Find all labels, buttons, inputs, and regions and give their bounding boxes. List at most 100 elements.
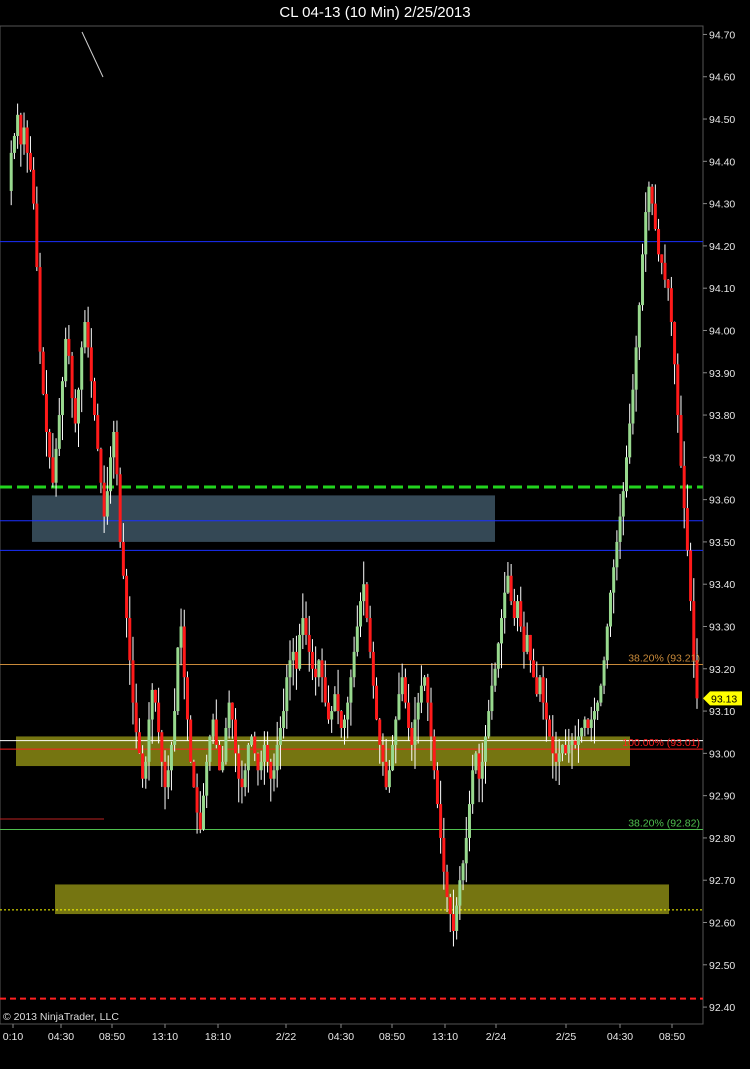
candle-body — [352, 651, 356, 678]
candle-body — [51, 457, 55, 483]
candle-body — [567, 744, 571, 754]
candle-body — [410, 727, 414, 745]
candle-body — [371, 651, 375, 686]
candle-body — [355, 626, 359, 652]
candle-body — [304, 618, 308, 635]
x-tick-label: 04:30 — [607, 1031, 633, 1043]
candle-body — [336, 694, 340, 712]
candle-body — [54, 448, 58, 483]
candle-body — [644, 212, 648, 255]
candle-body — [516, 601, 520, 619]
candle-body — [307, 634, 311, 652]
x-tick-label: 04:30 — [48, 1031, 74, 1043]
candle-body — [67, 338, 71, 356]
y-tick-label: 94.30 — [709, 199, 735, 211]
candle-body — [378, 719, 382, 745]
y-tick-label: 94.70 — [709, 29, 735, 41]
candle-body — [48, 431, 52, 458]
candle-body — [589, 719, 593, 728]
fib-label: 100.00% (93.01) — [622, 737, 700, 749]
candlestick-chart[interactable]: 38.20% (93.21) 100.00% (93.01) 38.20% (92.… — [0, 0, 750, 1069]
candle-body — [467, 804, 471, 838]
x-tick-label: 2/25 — [556, 1031, 577, 1043]
candle-body — [689, 550, 693, 602]
candle-body — [685, 508, 689, 551]
candle-body — [131, 660, 135, 703]
candle-body — [480, 761, 484, 779]
candle-body — [298, 634, 302, 669]
candle-body — [282, 711, 286, 728]
candle-body — [301, 618, 305, 635]
candle-body — [208, 736, 212, 762]
candle-body — [394, 719, 398, 745]
candle-body — [624, 457, 628, 492]
candle-body — [663, 262, 667, 280]
candle-body — [551, 736, 555, 754]
candle-body — [128, 618, 132, 661]
candle-body — [93, 381, 97, 416]
candle-body — [490, 685, 494, 712]
candle-body — [641, 254, 645, 306]
candle-body — [535, 677, 539, 695]
candle-body — [157, 702, 161, 733]
candle-body — [509, 575, 513, 602]
candle-body — [310, 651, 314, 669]
candle-body — [375, 685, 379, 720]
candle-body — [240, 778, 244, 788]
y-axis: 94.70 94.60 94.50 94.40 94.30 94.20 94.10 94.00… — [703, 29, 735, 1014]
candle-body — [201, 795, 205, 830]
candle-body — [413, 719, 417, 745]
candle-body — [275, 744, 279, 771]
x-tick-label: 13:10 — [432, 1031, 458, 1043]
candle-body — [391, 744, 395, 771]
candle-body — [576, 736, 580, 745]
candle-body — [112, 431, 116, 458]
candle-body — [605, 626, 609, 661]
candle-body — [442, 837, 446, 872]
zone-box-1 — [32, 495, 495, 542]
y-tick-label: 93.30 — [709, 621, 735, 633]
candle-body — [557, 753, 561, 762]
candle-body — [512, 601, 516, 619]
candle-body — [362, 584, 366, 602]
candle-body — [637, 305, 641, 348]
candle-body — [461, 863, 465, 881]
y-tick-label: 94.60 — [709, 72, 735, 84]
copyright-text: © 2013 NinjaTrader, LLC — [3, 1011, 119, 1023]
x-tick-label: 0:10 — [3, 1031, 24, 1043]
candle-body — [477, 753, 481, 779]
candle-body — [666, 279, 670, 289]
candle-body — [365, 584, 369, 619]
candle-body — [528, 634, 532, 661]
candle-body — [83, 322, 87, 348]
candle-body — [673, 322, 677, 365]
candle-body — [657, 228, 661, 255]
candle-body — [285, 677, 289, 712]
candle-body — [615, 541, 619, 568]
candle-body — [96, 415, 100, 449]
y-tick-label: 94.40 — [709, 156, 735, 168]
candle-body — [525, 634, 529, 652]
candle-body — [256, 753, 260, 771]
candle-body — [647, 186, 651, 213]
x-tick-label: 2/24 — [486, 1031, 507, 1043]
candle-body — [554, 753, 558, 762]
y-tick-label: 93.80 — [709, 410, 735, 422]
candle-body — [269, 761, 273, 779]
candle-body — [522, 626, 526, 652]
candle-body — [653, 203, 657, 229]
candle-body — [38, 267, 42, 352]
candle-body — [339, 711, 343, 728]
candle-body — [35, 203, 39, 268]
candle-body — [592, 711, 596, 720]
candle-body — [278, 727, 282, 745]
y-tick-label: 92.50 — [709, 960, 735, 972]
candle-body — [224, 727, 228, 762]
candle-body — [349, 677, 353, 703]
candle-body — [416, 702, 420, 720]
candle-body — [102, 482, 106, 517]
y-tick-label: 93.70 — [709, 452, 735, 464]
candle-body — [125, 575, 129, 619]
candle-body — [612, 567, 616, 593]
candle-body — [109, 457, 113, 492]
